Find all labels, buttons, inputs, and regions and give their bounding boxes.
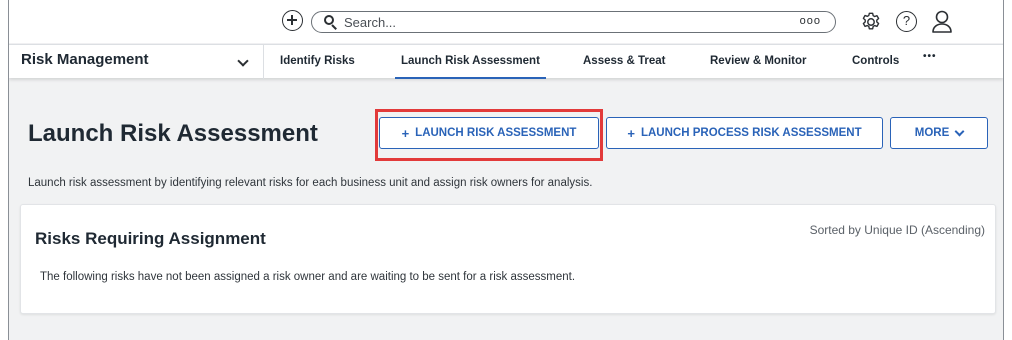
help-icon[interactable]: ?	[896, 11, 917, 32]
tab-review-monitor[interactable]: Review & Monitor	[710, 55, 806, 67]
module-nav: Risk Management Identify Risks Launch Ri…	[9, 44, 1003, 79]
sort-indicator[interactable]: Sorted by Unique ID (Ascending)	[810, 223, 985, 237]
page-title: Launch Risk Assessment	[28, 120, 318, 147]
card-title: Risks Requiring Assignment	[35, 229, 266, 248]
module-select[interactable]: Risk Management	[21, 51, 149, 68]
nav-divider	[263, 45, 264, 79]
top-bar: Search... ooo ?	[9, 0, 1003, 43]
launch-risk-assessment-label: LAUNCH RISK ASSESSMENT	[415, 127, 577, 139]
more-label: MORE	[914, 127, 950, 139]
launch-process-label: LAUNCH PROCESS RISK ASSESSMENT	[640, 127, 862, 139]
search-options-icon[interactable]: ooo	[800, 15, 821, 27]
plus-icon: +	[627, 125, 635, 141]
risks-requiring-assignment-card: Risks Requiring Assignment Sorted by Uni…	[20, 204, 996, 314]
launch-risk-assessment-button[interactable]: + LAUNCH RISK ASSESSMENT	[379, 117, 599, 149]
gear-icon[interactable]	[860, 11, 882, 33]
tab-launch-risk-assessment[interactable]: Launch Risk Assessment	[395, 55, 546, 79]
tab-assess-treat[interactable]: Assess & Treat	[583, 55, 665, 67]
chevron-down-icon	[954, 126, 965, 136]
app-window: Search... ooo ? Risk Management Identify…	[8, 0, 1004, 340]
search-input[interactable]: Search... ooo	[311, 11, 836, 33]
add-circle-icon[interactable]	[282, 10, 303, 31]
more-tabs-icon[interactable]: •••	[923, 51, 937, 62]
plus-icon: +	[401, 125, 410, 141]
search-placeholder: Search...	[344, 15, 397, 30]
more-button[interactable]: MORE	[890, 117, 988, 149]
tab-controls[interactable]: Controls	[852, 55, 899, 67]
user-icon[interactable]	[931, 10, 953, 34]
page-description: Launch risk assessment by identifying re…	[28, 177, 593, 189]
chevron-down-icon[interactable]	[237, 55, 249, 67]
search-icon	[324, 15, 338, 30]
card-empty-message: The following risks have not been assign…	[40, 271, 576, 283]
tab-identify-risks[interactable]: Identify Risks	[280, 55, 355, 67]
launch-process-risk-assessment-button[interactable]: + LAUNCH PROCESS RISK ASSESSMENT	[606, 117, 883, 149]
